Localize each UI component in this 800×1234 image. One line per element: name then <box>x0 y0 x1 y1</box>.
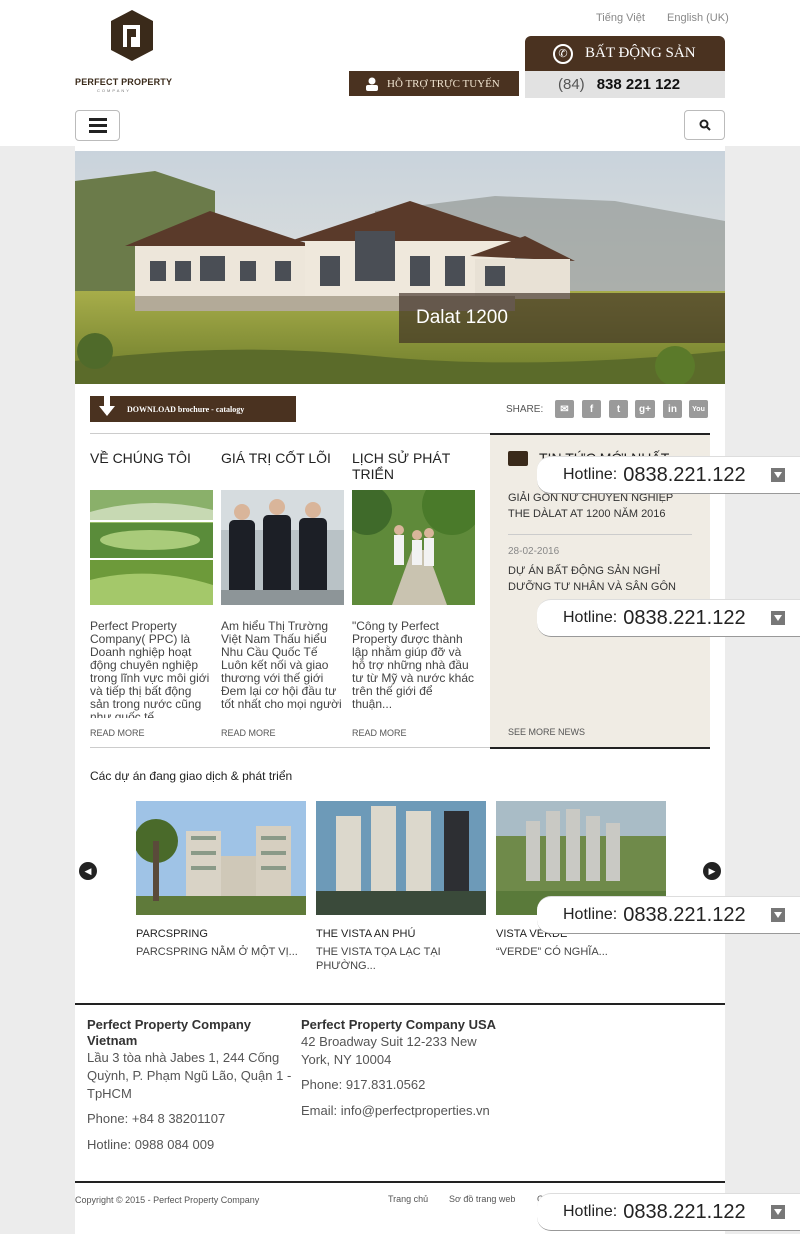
see-more-news-link[interactable]: SEE MORE NEWS <box>508 727 585 737</box>
vista-an-phu-image[interactable] <box>316 801 486 915</box>
project-name-1[interactable]: PARCSPRING <box>136 928 208 940</box>
project-desc-3: “VERDE” CÓ NGHĨA... <box>496 946 608 958</box>
search-icon <box>699 119 711 131</box>
core-values-text: Am hiểu Thị Trường Việt Nam Thấu hiểu Nh… <box>221 620 342 711</box>
parcspring-image[interactable] <box>136 801 306 915</box>
expand-down-icon[interactable] <box>771 468 785 482</box>
hotline-number: 838 221 122 <box>596 76 681 93</box>
core-values-read-more-link[interactable]: READ MORE <box>221 728 276 738</box>
footer-bottom-line <box>75 1181 725 1183</box>
email-share-icon[interactable]: ✉ <box>555 400 574 418</box>
business-team-image[interactable] <box>221 490 344 605</box>
news-divider <box>508 534 692 535</box>
footer-top-line <box>75 1003 725 1005</box>
online-support-label: HỖ TRỢ TRỰC TUYẾN <box>387 77 500 90</box>
footer-vn-hotline: Hotline: 0988 084 009 <box>87 1137 215 1152</box>
floating-hotline-label: Hotline: <box>563 906 618 923</box>
search-button[interactable] <box>684 110 725 140</box>
expand-down-icon[interactable] <box>771 908 785 922</box>
hotline-box[interactable]: ✆ BẤT ĐỘNG SẢN (84) 838 221 122 <box>525 36 725 98</box>
hotline-prefix: (84) <box>558 76 585 93</box>
footer-us-address: 42 Broadway Suit 12-233 New York, NY 100… <box>301 1034 477 1067</box>
history-read-more-link[interactable]: READ MORE <box>352 728 407 738</box>
online-support-button[interactable]: HỖ TRỢ TRỰC TUYẾN <box>349 71 519 96</box>
lang-english-link[interactable]: English (UK) <box>667 12 729 24</box>
carousel-next-button[interactable]: ▶ <box>703 862 721 880</box>
about-title[interactable]: VỀ CHÚNG TÔI <box>90 450 215 466</box>
footer-us-email[interactable]: Email: info@perfectproperties.vn <box>301 1102 490 1120</box>
footer-vn-phone: Phone: +84 8 38201107 <box>87 1111 226 1126</box>
person-icon <box>366 77 378 91</box>
history-text: "Công ty Perfect Property được thành lập… <box>352 620 474 711</box>
copyright-text: Copyright © 2015 - Perfect Property Comp… <box>75 1195 260 1205</box>
floating-hotline-tab[interactable]: Hotline: 0838.221.122 <box>537 1193 800 1231</box>
menu-toggle-button[interactable] <box>75 110 120 141</box>
project-desc-1: PARCSPRING NẰM Ở MỘT VỊ... <box>136 946 298 958</box>
about-read-more-link[interactable]: READ MORE <box>90 728 145 738</box>
footer-vn-heading: Perfect Property Company Vietnam <box>87 1017 251 1048</box>
footer-us-phone: Phone: 917.831.0562 <box>301 1077 426 1092</box>
linkedin-share-icon[interactable]: in <box>663 400 682 418</box>
facebook-share-icon[interactable]: f <box>582 400 601 418</box>
floating-hotline-label: Hotline: <box>563 609 618 626</box>
about-text: Perfect Property Company( PPC) là Doanh … <box>90 620 210 718</box>
expand-down-icon[interactable] <box>771 1205 785 1219</box>
floating-hotline-label: Hotline: <box>563 466 618 483</box>
phone-icon: ✆ <box>553 43 573 64</box>
history-title[interactable]: LỊCH SỬ PHÁT TRIỂN <box>352 450 477 482</box>
carousel-prev-button[interactable]: ◀ <box>79 862 97 880</box>
news-speech-icon <box>508 451 528 466</box>
floating-hotline-number: 0838.221.122 <box>623 606 746 629</box>
family-park-image[interactable] <box>352 490 475 605</box>
floating-hotline-tab[interactable]: Hotline: 0838.221.122 <box>537 896 800 934</box>
footer-sitemap-link[interactable]: Sơ đồ trang web <box>449 1194 515 1204</box>
floating-hotline-number: 0838.221.122 <box>623 1200 746 1223</box>
floating-hotline-number: 0838.221.122 <box>623 463 746 486</box>
expand-down-icon[interactable] <box>771 611 785 625</box>
banner-image[interactable] <box>75 151 725 384</box>
download-label: DOWNLOAD brochure - catalogy <box>127 404 245 414</box>
googleplus-share-icon[interactable]: g+ <box>635 400 655 418</box>
projects-heading: Các dự án đang giao dịch & phát triển <box>90 769 293 783</box>
download-arrow-icon <box>99 395 115 416</box>
banner-caption: Dalat 1200 <box>399 293 725 343</box>
footer-vn-address: Lầu 3 tòa nhà Jabes 1, 244 Cống Quỳnh, P… <box>87 1050 292 1101</box>
core-values-title[interactable]: GIÁ TRỊ CỐT LÕI <box>221 450 346 466</box>
hamburger-icon <box>88 118 107 121</box>
download-brochure-button[interactable]: DOWNLOAD brochure - catalogy <box>90 396 296 422</box>
news-item-1[interactable]: GIẢI GÔN NỮ CHUYÊN NGHIỆP THE DÀLAT AT 1… <box>508 490 694 522</box>
floating-hotline-tab[interactable]: Hotline: 0838.221.122 <box>537 599 800 637</box>
news-date-2: 28-02-2016 <box>508 546 560 557</box>
share-label: SHARE: <box>506 404 544 415</box>
brand-sub: COMPANY <box>97 88 131 93</box>
project-desc-2: THE VISTA TỌA LẠC TẠI PHƯỜNG... <box>316 946 441 972</box>
twitter-share-icon[interactable]: t <box>609 400 628 418</box>
section-divider <box>90 433 490 434</box>
hotline-title: BẤT ĐỘNG SẢN <box>585 45 696 61</box>
footer-us-heading: Perfect Property Company USA <box>301 1017 497 1032</box>
golf-course-image[interactable] <box>90 490 213 605</box>
brand-name: PERFECT PROPERTY <box>75 77 173 87</box>
floating-hotline-tab[interactable]: Hotline: 0838.221.122 <box>537 456 800 494</box>
youtube-share-icon[interactable]: You <box>689 400 708 418</box>
lang-vietnamese-link[interactable]: Tiếng Việt <box>596 12 645 24</box>
floating-hotline-label: Hotline: <box>563 1203 618 1220</box>
footer-home-link[interactable]: Trang chủ <box>388 1194 428 1204</box>
floating-hotline-number: 0838.221.122 <box>623 903 746 926</box>
columns-bottom-divider <box>90 747 490 748</box>
project-name-2[interactable]: THE VISTA AN PHÚ <box>316 928 415 940</box>
news-item-2[interactable]: DỰ ÁN BẤT ĐỘNG SẢN NGHỈ DƯỠNG TƯ NHÂN VÀ… <box>508 563 694 595</box>
